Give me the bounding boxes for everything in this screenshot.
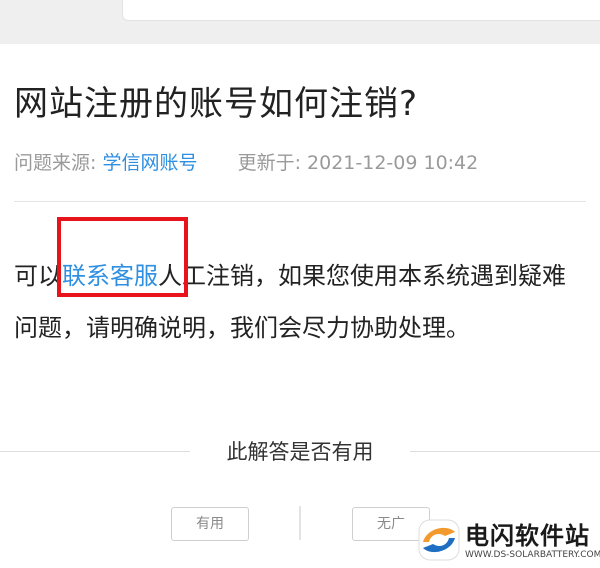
highlight-box	[57, 217, 188, 297]
feedback-divider-right	[410, 451, 600, 452]
divider	[14, 201, 586, 202]
feedback-separator	[299, 506, 301, 540]
watermark-url: WWW.DS-SOLARBATTERY.COM	[465, 550, 600, 560]
question-meta: 问题来源: 学信网账号 更新于: 2021-12-09 10:42	[14, 148, 478, 175]
lightning-logo-icon	[418, 519, 460, 561]
watermark: 电闪软件站 WWW.DS-SOLARBATTERY.COM	[413, 512, 600, 568]
helpful-button[interactable]: 有用	[171, 507, 249, 541]
updated-value: 2021-12-09 10:42	[307, 152, 479, 174]
source-label: 问题来源:	[14, 152, 97, 174]
watermark-title: 电闪软件站	[465, 522, 590, 550]
page-title: 网站注册的账号如何注销?	[14, 84, 419, 124]
question-card: 网站注册的账号如何注销? 问题来源: 学信网账号 更新于: 2021-12-09…	[0, 44, 600, 568]
source-link[interactable]: 学信网账号	[102, 152, 197, 174]
updated-label: 更新于:	[237, 152, 301, 174]
search-bar-edge	[122, 0, 600, 21]
answer-prefix: 可以	[14, 262, 62, 290]
